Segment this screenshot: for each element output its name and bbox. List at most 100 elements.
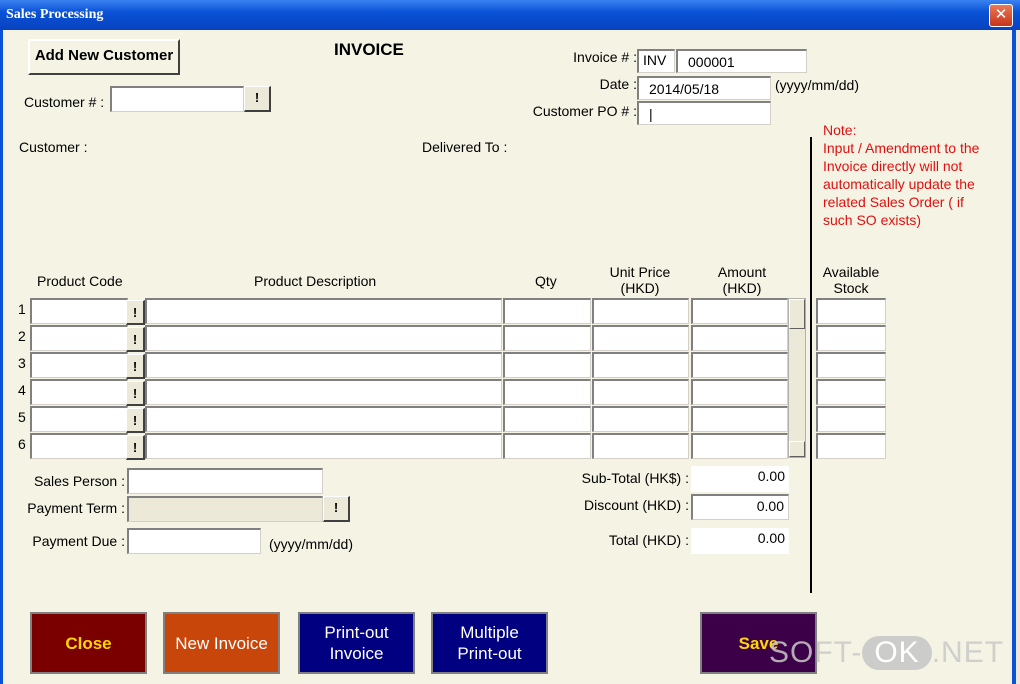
title-bar: Sales Processing ✕ — [0, 0, 1020, 30]
col-amount-line2: (HKD) — [722, 280, 762, 296]
product-code-input[interactable] — [30, 379, 128, 405]
unit-price-input[interactable] — [592, 379, 689, 405]
customer-no-label: Customer # : — [24, 94, 105, 110]
close-button-label: Close — [65, 633, 112, 653]
product-lookup-button[interactable]: ! — [126, 408, 145, 433]
col-unit-price: Unit Price (HKD) — [592, 264, 688, 296]
date-input[interactable]: 2014/05/18 — [637, 76, 771, 100]
col-product-description: Product Description — [254, 273, 377, 289]
row-number: 4 — [18, 382, 26, 398]
amount-input[interactable] — [691, 379, 788, 405]
subtotal-label: Sub-Total (HK$) : — [581, 470, 689, 486]
available-stock-field — [816, 352, 886, 378]
payment-term-input[interactable] — [127, 496, 323, 522]
customer-label: Customer : — [19, 139, 88, 155]
available-stock-field — [816, 298, 886, 324]
col-unit-price-line2: (HKD) — [620, 280, 660, 296]
multiple-printout-label-1: Multiple — [460, 623, 519, 642]
invoice-heading: INVOICE — [334, 40, 404, 59]
product-description-input[interactable] — [145, 298, 502, 324]
watermark-left: SOFT- — [769, 636, 863, 669]
row-number: 3 — [18, 355, 26, 371]
qty-input[interactable] — [503, 352, 591, 378]
printout-invoice-label-1: Print-out — [324, 623, 389, 642]
watermark-ok: OK — [862, 636, 932, 670]
product-lookup-button[interactable]: ! — [126, 435, 145, 460]
payment-term-lookup-button[interactable]: ! — [323, 496, 350, 522]
new-invoice-button-label: New Invoice — [175, 633, 268, 653]
unit-price-input[interactable] — [592, 352, 689, 378]
window-close-icon[interactable]: ✕ — [989, 4, 1013, 27]
note-line: automatically update the — [823, 176, 975, 192]
qty-input[interactable] — [503, 298, 591, 324]
invoice-no-input[interactable]: 000001 — [676, 49, 807, 73]
product-code-input[interactable] — [30, 298, 128, 324]
window-title: Sales Processing — [6, 7, 104, 22]
add-new-customer-button[interactable]: Add New Customer — [28, 39, 180, 75]
subtotal-value: 0.00 — [691, 466, 789, 492]
date-label: Date : — [599, 76, 637, 92]
customer-lookup-button[interactable]: ! — [244, 86, 271, 112]
qty-input[interactable] — [503, 406, 591, 432]
customer-po-input[interactable]: | — [637, 101, 771, 125]
scrollbar-thumb[interactable] — [789, 299, 805, 329]
col-unit-price-line1: Unit Price — [609, 264, 671, 280]
qty-input[interactable] — [503, 325, 591, 351]
note-line: Input / Amendment to the — [823, 140, 980, 156]
product-lookup-button[interactable]: ! — [126, 327, 145, 352]
amount-input[interactable] — [691, 406, 788, 432]
discount-input[interactable]: 0.00 — [691, 494, 789, 520]
scrollbar-down-arrow[interactable] — [789, 441, 805, 457]
sales-processing-window: Add New Customer INVOICE Customer # : ! … — [0, 30, 1016, 684]
customer-no-input[interactable] — [110, 86, 244, 112]
col-qty: Qty — [535, 273, 557, 289]
amount-input[interactable] — [691, 352, 788, 378]
qty-input[interactable] — [503, 433, 591, 459]
multiple-printout-label-2: Print-out — [457, 644, 522, 663]
amount-input[interactable] — [691, 325, 788, 351]
product-description-input[interactable] — [145, 433, 502, 459]
product-description-input[interactable] — [145, 406, 502, 432]
payment-due-input[interactable] — [127, 528, 261, 554]
col-available-stock: Available Stock — [816, 264, 886, 296]
available-stock-field — [816, 379, 886, 405]
payment-term-label: Payment Term : — [27, 500, 125, 516]
payment-due-label: Payment Due : — [32, 533, 125, 549]
qty-input[interactable] — [503, 379, 591, 405]
product-description-input[interactable] — [145, 379, 502, 405]
product-description-input[interactable] — [145, 325, 502, 351]
amount-input[interactable] — [691, 298, 788, 324]
invoice-no-label: Invoice # : — [573, 49, 637, 65]
new-invoice-button[interactable]: New Invoice — [163, 612, 280, 674]
multiple-printout-button[interactable]: Multiple Print-out — [431, 612, 548, 674]
product-code-input[interactable] — [30, 406, 128, 432]
customer-po-label: Customer PO # : — [532, 103, 637, 119]
sales-person-input[interactable] — [127, 468, 323, 494]
product-code-input[interactable] — [30, 433, 128, 459]
col-available-line1: Available — [822, 264, 880, 280]
note-title: Note: — [823, 122, 857, 138]
note-text: Note: Input / Amendment to the Invoice d… — [823, 121, 979, 229]
printout-invoice-button[interactable]: Print-out Invoice — [298, 612, 415, 674]
row-number: 5 — [18, 409, 26, 425]
product-code-input[interactable] — [30, 352, 128, 378]
note-line: related Sales Order ( if — [823, 194, 964, 210]
row-number: 6 — [18, 436, 26, 452]
total-value: 0.00 — [691, 528, 789, 554]
close-button[interactable]: Close — [30, 612, 147, 674]
col-product-code: Product Code — [37, 273, 123, 289]
product-description-input[interactable] — [145, 352, 502, 378]
product-lookup-button[interactable]: ! — [126, 354, 145, 379]
unit-price-input[interactable] — [592, 433, 689, 459]
product-code-input[interactable] — [30, 325, 128, 351]
watermark-right: .NET — [931, 636, 1005, 669]
unit-price-input[interactable] — [592, 325, 689, 351]
table-scrollbar[interactable] — [788, 298, 806, 458]
note-line: such SO exists) — [823, 212, 922, 228]
product-lookup-button[interactable]: ! — [126, 300, 145, 325]
unit-price-input[interactable] — [592, 298, 689, 324]
product-lookup-button[interactable]: ! — [126, 381, 145, 406]
unit-price-input[interactable] — [592, 406, 689, 432]
row-number: 1 — [18, 301, 26, 317]
amount-input[interactable] — [691, 433, 788, 459]
